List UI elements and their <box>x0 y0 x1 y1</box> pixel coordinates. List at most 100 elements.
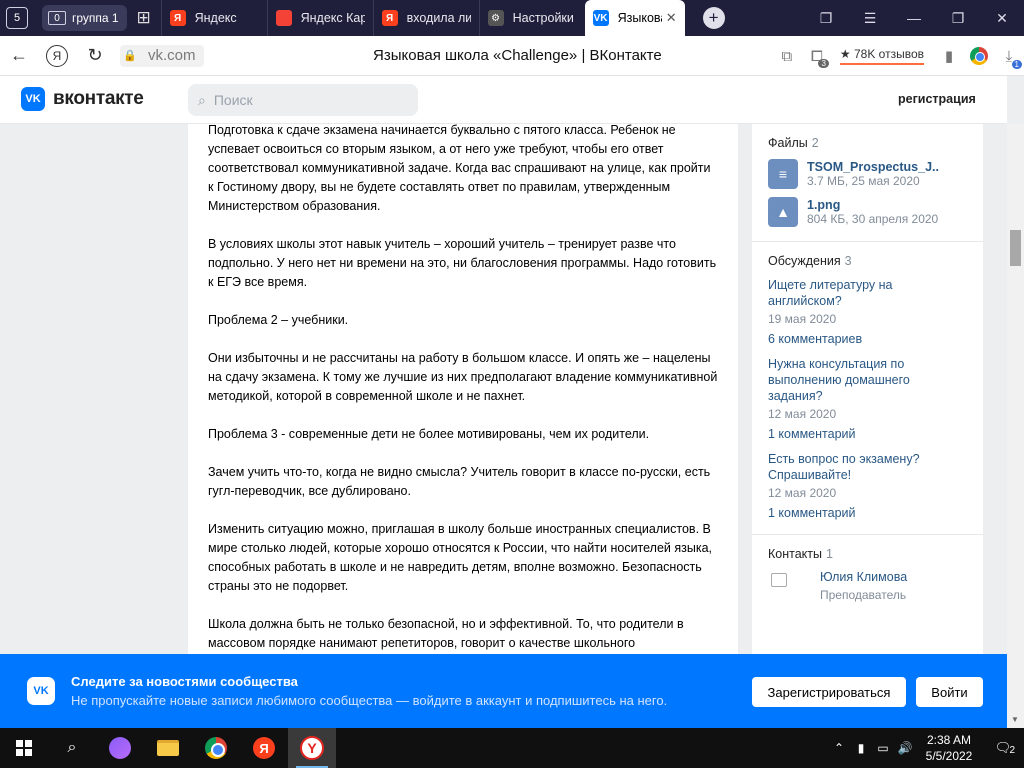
search-box[interactable]: ⌕ <box>188 84 418 116</box>
windows-icon <box>16 740 32 756</box>
file-name[interactable]: TSOM_Prospectus_J.. <box>807 160 939 174</box>
yandex-browser-taskbar-button[interactable]: Y <box>288 728 336 768</box>
bookmark-icon[interactable]: ▮ <box>934 36 964 76</box>
folder-icon <box>157 740 179 756</box>
volume-icon[interactable]: 🔊 <box>894 741 916 755</box>
right-sidebar: Файлы 2 ≡ TSOM_Prospectus_J.. 3.7 МБ, 25 ма… <box>752 124 983 654</box>
windows-taskbar: ⌕ Я Y ⌃ ▮ ▭ 🔊 2:38 AM 5/5/2022 🗨 2 <box>0 728 1024 768</box>
post-paragraph: Они избыточны и не рассчитаны на работу … <box>208 351 718 403</box>
register-link[interactable]: регистрация <box>898 92 976 106</box>
lock-icon[interactable]: 🔒 <box>120 44 140 67</box>
back-button[interactable]: ← <box>0 36 38 76</box>
gear-icon: ⚙ <box>487 10 504 26</box>
files-count: 2 <box>811 136 819 150</box>
post-paragraph: Подготовка к сдаче экзамена начинается б… <box>208 124 711 213</box>
file-item[interactable]: ▲ 1.png 804 КБ, 30 апреля 2020 <box>768 197 967 227</box>
menu-icon[interactable]: ☰ <box>848 0 892 36</box>
browser-tab[interactable]: VK Языковая✕ <box>584 0 685 36</box>
tabs-count-icon[interactable]: ⧠ 3 <box>802 36 832 76</box>
vk-logo[interactable]: VK вконтакте <box>21 87 144 111</box>
minimize-icon[interactable]: — <box>892 0 936 36</box>
notifications-button[interactable]: 🗨 2 <box>982 728 1024 768</box>
discussion-comments[interactable]: 1 комментарий <box>768 427 967 441</box>
search-icon: ⌕ <box>198 91 206 108</box>
discussions-header[interactable]: Обсуждения 3 <box>768 254 967 268</box>
bookmarks-icon[interactable]: ❐ <box>804 0 848 36</box>
browser-tab[interactable]: ⚙ Настройки <box>478 0 585 36</box>
discussion-item: Есть вопрос по экзамену? Спрашивайте! 12 … <box>768 451 967 520</box>
image-icon: ▲ <box>768 197 798 227</box>
chrome-taskbar-button[interactable] <box>192 728 240 768</box>
downloads-icon[interactable]: ⤓ 1 <box>994 36 1024 76</box>
page-scrollbar[interactable]: ▼ <box>1007 124 1024 728</box>
url-domain[interactable]: vk.com <box>140 44 204 67</box>
discussion-date: 19 мая 2020 <box>768 312 837 326</box>
yandex-button[interactable]: Я <box>38 36 76 76</box>
clock[interactable]: 2:38 AM 5/5/2022 <box>916 732 982 764</box>
files-header[interactable]: Файлы 2 <box>768 136 967 150</box>
browser-home-button[interactable]: 5 <box>0 0 34 36</box>
translate-icon[interactable]: ⧉ <box>772 36 802 76</box>
vk-icon: VK <box>27 677 55 705</box>
discussion-comments[interactable]: 1 комментарий <box>768 506 967 520</box>
contacts-count: 1 <box>826 547 833 561</box>
scroll-down-icon[interactable]: ▼ <box>1011 715 1019 724</box>
subscribe-banner: VK Следите за новостями сообщества Не пр… <box>0 654 1007 728</box>
browser-tab[interactable]: Я Яндекс <box>160 0 267 36</box>
contacts-title: Контакты <box>768 547 822 561</box>
taskbar-search-button[interactable]: ⌕ <box>48 728 96 768</box>
contacts-header[interactable]: Контакты 1 <box>768 547 967 561</box>
register-button[interactable]: Зарегистрироваться <box>752 677 906 707</box>
yandex-taskbar-button[interactable]: Я <box>240 728 288 768</box>
discussion-comments[interactable]: 6 комментариев <box>768 332 967 346</box>
post-paragraph: В условиях школы этот навык учитель – хо… <box>208 237 717 289</box>
tabs-count-badge: 3 <box>818 59 829 68</box>
tab-group-count: 0 <box>48 11 66 25</box>
restore-icon[interactable]: ❐ <box>936 0 980 36</box>
discussion-item: Нужна консультация по выполнению домашне… <box>768 356 967 441</box>
discussion-title[interactable]: Есть вопрос по экзамену? Спрашивайте! <box>768 451 967 483</box>
reload-button[interactable]: ↻ <box>76 36 114 76</box>
tab-title: Языковая <box>617 11 662 25</box>
vk-header: VK вконтакте ⌕ регистрация <box>0 76 1007 124</box>
files-section: Файлы 2 ≡ TSOM_Prospectus_J.. 3.7 МБ, 25 ма… <box>752 124 983 242</box>
tab-title: Яндекс Карты <box>300 11 365 25</box>
contact-name[interactable]: Юлия Климова <box>820 570 907 584</box>
new-tab-group-icon[interactable]: ⊞ <box>127 0 161 36</box>
network-icon[interactable]: ▭ <box>872 741 894 755</box>
avatar[interactable] <box>768 570 808 610</box>
discussion-title[interactable]: Ищете литературу на английском? <box>768 277 967 309</box>
file-explorer-button[interactable] <box>144 728 192 768</box>
map-pin-icon <box>275 10 292 26</box>
vk-logo-text: вконтакте <box>53 88 144 109</box>
file-item[interactable]: ≡ TSOM_Prospectus_J.. 3.7 МБ, 25 мая 2020 <box>768 159 967 189</box>
chrome-extension-button[interactable] <box>964 36 994 76</box>
discussion-date: 12 мая 2020 <box>768 407 837 421</box>
search-input[interactable] <box>213 92 394 108</box>
document-icon: ≡ <box>768 159 798 189</box>
banner-title: Следите за новостями сообщества <box>71 674 298 689</box>
microphone-icon[interactable]: ▮ <box>850 741 872 755</box>
file-name[interactable]: 1.png <box>807 198 938 212</box>
yandex-icon: Я <box>381 10 398 26</box>
alice-button[interactable] <box>96 728 144 768</box>
discussions-title: Обсуждения <box>768 254 841 268</box>
discussion-title[interactable]: Нужна консультация по выполнению домашне… <box>768 356 967 404</box>
close-tab-icon[interactable]: ✕ <box>662 10 677 26</box>
notification-count: 2 <box>1009 745 1015 756</box>
new-tab-button[interactable]: + <box>702 7 725 29</box>
browser-tab[interactable]: Явходила ли <box>372 0 479 36</box>
close-window-icon[interactable]: ✕ <box>980 0 1024 36</box>
tab-title: входила ли <box>406 11 471 25</box>
browser-tab[interactable]: Яндекс Карты <box>266 0 373 36</box>
file-meta: 3.7 МБ, 25 мая 2020 <box>807 174 920 188</box>
login-button[interactable]: Войти <box>916 677 983 707</box>
chevron-up-icon[interactable]: ⌃ <box>828 741 850 755</box>
file-meta: 804 КБ, 30 апреля 2020 <box>807 212 939 226</box>
tab-group[interactable]: 0 группа 1 <box>42 5 127 31</box>
alice-icon <box>109 737 131 759</box>
start-button[interactable] <box>0 728 48 768</box>
scrollbar-thumb[interactable] <box>1010 230 1021 266</box>
contact-item[interactable]: Юлия Климова Преподаватель <box>768 570 967 610</box>
reviews-badge[interactable]: ★ 78K отзывов <box>839 47 924 65</box>
